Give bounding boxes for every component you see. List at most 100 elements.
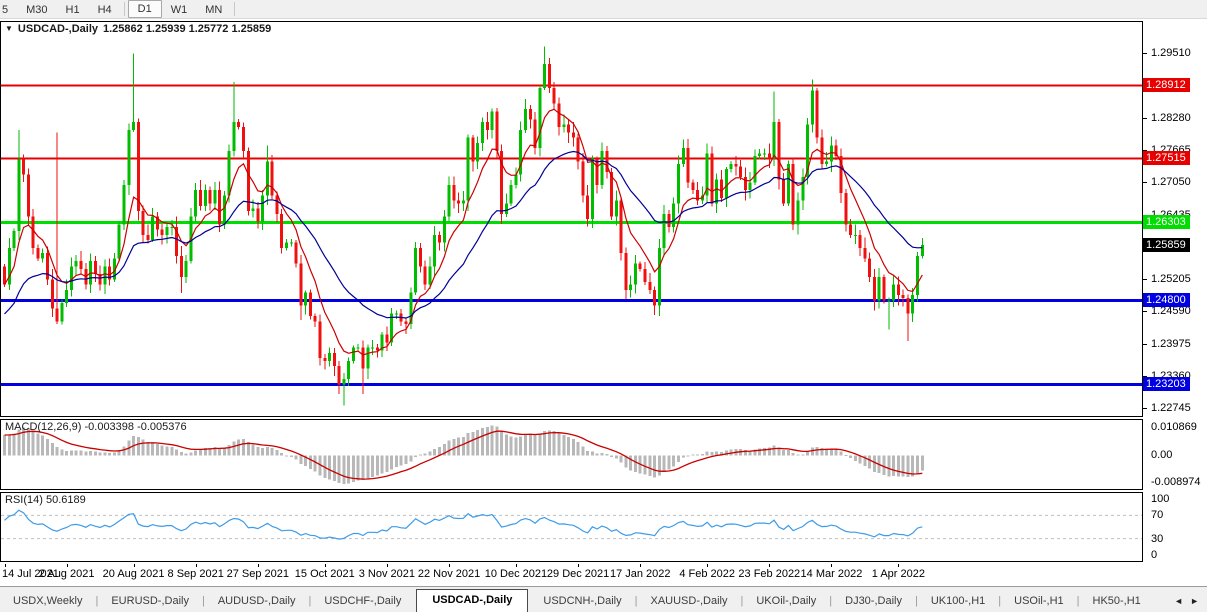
candle-body <box>662 213 666 248</box>
macd-bar <box>242 439 245 456</box>
tab-usdcnh-daily[interactable]: USDCNH-,Daily <box>530 591 634 612</box>
macd-bar <box>676 455 680 462</box>
candle-body <box>203 190 207 206</box>
candle-body <box>887 300 891 302</box>
candle-body <box>356 347 360 349</box>
candle-body <box>538 87 542 149</box>
macd-bar <box>356 455 360 481</box>
tab-xauusd-daily[interactable]: XAUUSD-,Daily <box>637 591 740 612</box>
macd-bar <box>519 436 523 456</box>
macd-panel[interactable]: MACD(12,26,9) -0.003398 -0.005376 <box>0 419 1143 490</box>
candlestick-chart[interactable] <box>1 22 1142 416</box>
rsi-value: 50.6189 <box>45 494 86 506</box>
macd-bar <box>476 429 480 456</box>
tab-ukoil-daily[interactable]: UKOil-,Daily <box>743 591 829 612</box>
tab-hk50-h1[interactable]: HK50-,H1 <box>1080 591 1154 612</box>
macd-bar <box>763 447 767 456</box>
macd-bar <box>308 455 312 470</box>
candle-body <box>672 203 676 227</box>
macd-bar <box>614 455 618 459</box>
macd-bar <box>289 455 293 458</box>
candle-body <box>595 158 599 185</box>
macd-bar <box>84 451 88 456</box>
macd-bar <box>46 438 50 456</box>
macd-bar <box>151 442 155 456</box>
macd-bar <box>170 447 174 456</box>
candle-body <box>863 247 867 259</box>
candle-body <box>208 190 212 204</box>
candle-body <box>557 103 561 128</box>
candle-body <box>528 108 532 120</box>
date-tick-mark <box>831 564 833 567</box>
timeframe-button-d1[interactable]: D1 <box>127 0 162 18</box>
macd-bar <box>571 439 575 456</box>
macd-bar <box>409 455 413 462</box>
macd-bar <box>175 449 179 456</box>
tab-uk100-h1[interactable]: UK100-,H1 <box>918 591 998 612</box>
macd-bar <box>653 455 657 478</box>
date-label: 27 Sep 2021 <box>226 568 290 580</box>
price-level-badge: 1.23203 <box>1143 377 1190 391</box>
timeframe-button-m30[interactable]: M30 <box>17 0 56 18</box>
macd-bar <box>915 455 919 474</box>
timeframe-toolbar: 5 M30 H1 H4 D1 W1 MN <box>0 0 1207 19</box>
macd-bar <box>672 455 676 467</box>
tab-eurusd-daily[interactable]: EURUSD-,Daily <box>98 591 202 612</box>
macd-bar <box>294 455 298 460</box>
candle-body <box>552 87 556 104</box>
date-tick-mark <box>515 564 517 567</box>
current-price-badge: 1.25859 <box>1143 238 1190 252</box>
macd-main-value: -0.003398 <box>84 421 135 433</box>
date-tick-mark <box>4 564 6 567</box>
candle-body <box>920 244 924 256</box>
tab-usoil-h1[interactable]: USOil-,H1 <box>1001 591 1077 612</box>
date-label: 20 Aug 2021 <box>102 568 165 580</box>
candle-body <box>294 242 298 264</box>
timeframe-button-h1[interactable]: H1 <box>57 0 89 18</box>
timeframe-button-h4[interactable]: H4 <box>89 0 121 18</box>
macd-bar <box>12 433 16 456</box>
timeframe-button-mn[interactable]: MN <box>196 0 231 18</box>
timeframe-button-5[interactable]: 5 <box>0 0 17 18</box>
candle-body <box>734 163 738 167</box>
tab-dj30-daily[interactable]: DJ30-,Daily <box>832 591 915 612</box>
rsi-panel[interactable]: RSI(14) 50.6189 <box>0 492 1143 562</box>
price-tick-label: 1.22745 <box>1151 402 1191 414</box>
candle-body <box>853 234 857 236</box>
price-panel[interactable]: ▼ USDCAD-,Daily 1.25862 1.25939 1.25772 … <box>0 21 1143 417</box>
tab-usdcad-daily[interactable]: USDCAD-,Daily <box>416 589 529 612</box>
macd-bar <box>849 455 853 459</box>
candle-body <box>323 358 327 361</box>
timeframe-button-w1[interactable]: W1 <box>162 0 197 18</box>
scroll-right-icon[interactable]: ► <box>1190 596 1199 606</box>
price-tick-dash <box>1143 344 1147 345</box>
candle-body <box>590 158 594 220</box>
candle-body <box>65 289 69 304</box>
candle-body <box>524 108 528 130</box>
tab-audusd-daily[interactable]: AUDUSD-,Daily <box>205 591 309 612</box>
tab-usdx-weekly[interactable]: USDX,Weekly <box>0 591 95 612</box>
macd-bar <box>648 455 652 476</box>
date-label: 22 Nov 2021 <box>417 568 481 580</box>
macd-bar <box>108 452 112 456</box>
macd-bar <box>184 453 188 456</box>
candle-body <box>586 195 590 220</box>
candle-body <box>122 184 126 225</box>
scroll-left-icon[interactable]: ◄ <box>1174 596 1183 606</box>
tab-usdchf-daily[interactable]: USDCHF-,Daily <box>311 591 414 612</box>
macd-bar <box>796 454 800 456</box>
macd-bar <box>610 455 614 458</box>
candle-body <box>763 153 767 155</box>
macd-bar <box>514 437 518 456</box>
macd-bar <box>98 452 102 456</box>
candle-body <box>299 263 303 306</box>
macd-bar <box>361 455 365 481</box>
candle-body <box>146 234 150 241</box>
price-level-badge: 1.28912 <box>1143 78 1190 92</box>
macd-bar <box>313 455 317 472</box>
macd-bar <box>256 447 260 456</box>
candle-body <box>136 121 140 212</box>
candle-body <box>404 321 408 325</box>
date-tick-mark <box>578 564 580 567</box>
macd-bar <box>461 436 465 456</box>
